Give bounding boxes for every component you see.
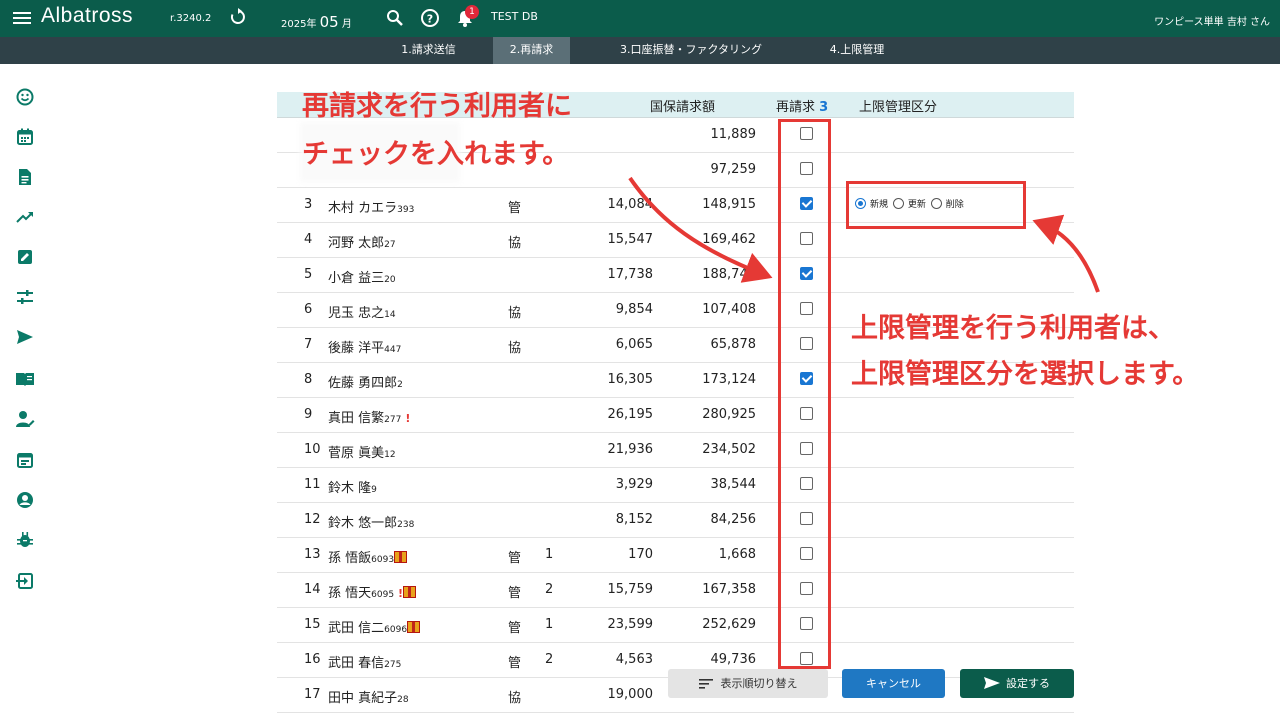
sort-toggle-label: 表示順切り替え — [720, 677, 798, 690]
send-icon — [984, 677, 1000, 689]
arrow-to-radio — [1032, 214, 1100, 293]
set-button[interactable]: 設定する — [960, 669, 1074, 698]
sort-toggle-button[interactable]: 表示順切り替え — [668, 669, 828, 698]
arrow-to-checkbox — [628, 176, 773, 283]
annotation-arrows — [628, 176, 1100, 293]
set-button-label: 設定する — [1006, 677, 1050, 690]
cancel-button[interactable]: キャンセル — [842, 669, 945, 698]
sort-icon — [698, 679, 713, 689]
